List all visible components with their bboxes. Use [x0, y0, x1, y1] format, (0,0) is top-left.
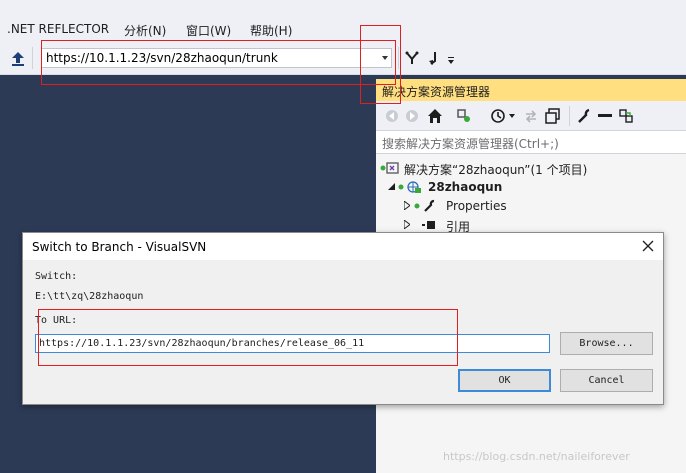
to-url-value: https://10.1.1.23/svn/28zhaoqun/branches…	[39, 338, 365, 349]
tree-item-project[interactable]: 28zhaoqun	[388, 178, 678, 196]
chevron-down-icon[interactable]	[509, 114, 515, 118]
pin-icon[interactable]	[618, 108, 634, 124]
properties-icon	[414, 199, 435, 212]
sync-icon[interactable]	[456, 108, 472, 124]
tree-item-solution[interactable]: 解决方案“28zhaoqun”(1 个项目)	[380, 159, 680, 177]
dialog-title: Switch to Branch - VisualSVN	[32, 240, 207, 254]
to-url-input[interactable]: https://10.1.1.23/svn/28zhaoqun/branches…	[35, 334, 550, 353]
solution-explorer-title: 解决方案资源管理器	[376, 79, 686, 101]
toolbar-separator	[32, 47, 33, 69]
solution-icon	[380, 162, 399, 174]
solution-explorer-toolbar	[376, 101, 686, 130]
cancel-button[interactable]: Cancel	[560, 369, 653, 392]
browse-button-label: Browse...	[579, 338, 634, 349]
collapsed-arrow-icon[interactable]	[404, 220, 410, 229]
dialog-titlebar: Switch to Branch - VisualSVN	[23, 233, 663, 260]
expanded-arrow-icon[interactable]	[388, 183, 395, 190]
minus-icon[interactable]	[598, 114, 612, 118]
branch-icon[interactable]	[405, 51, 419, 65]
switch-branch-dialog: Switch to Branch - VisualSVN Switch: E:\…	[22, 232, 664, 405]
menu-analyze[interactable]: 分析(N)	[124, 22, 166, 39]
browse-button[interactable]: Browse...	[560, 332, 653, 355]
solution-explorer-title-text: 解决方案资源管理器	[382, 85, 491, 99]
refresh-icon[interactable]	[523, 108, 539, 124]
wrench-icon[interactable]	[577, 108, 593, 124]
search-placeholder: 搜索解决方案资源管理器(Ctrl+;)	[382, 137, 559, 151]
switch-icon[interactable]	[427, 51, 441, 65]
tree-label-solution: 解决方案“28zhaoqun”(1 个项目)	[404, 163, 588, 177]
cancel-button-label: Cancel	[588, 375, 625, 386]
menu-net-reflector[interactable]: .NET REFLECTOR	[7, 22, 109, 36]
overflow-icon[interactable]	[447, 55, 455, 65]
forward-icon[interactable]	[405, 109, 419, 123]
collapsed-arrow-icon[interactable]	[404, 201, 410, 210]
watermark: https://blog.csdn.net/naileiforever	[443, 450, 630, 463]
web-project-icon	[398, 181, 421, 193]
references-icon	[422, 221, 435, 229]
tree-label-project: 28zhaoqun	[428, 180, 503, 194]
url-combo-text: https://10.1.1.23/svn/28zhaoqun/trunk	[46, 51, 278, 65]
url-combo-box[interactable]: https://10.1.1.23/svn/28zhaoqun/trunk	[41, 48, 392, 68]
toolbar-separator	[398, 47, 399, 69]
toolbar-separator	[569, 106, 570, 126]
close-icon[interactable]	[641, 239, 655, 253]
upload-icon[interactable]	[12, 52, 24, 66]
copy-icon[interactable]	[545, 108, 561, 124]
chevron-down-icon[interactable]	[382, 56, 388, 60]
solution-explorer-search[interactable]: 搜索解决方案资源管理器(Ctrl+;)	[376, 130, 686, 154]
back-icon[interactable]	[385, 109, 399, 123]
ok-button-label: OK	[498, 375, 511, 386]
menu-window[interactable]: 窗口(W)	[186, 22, 231, 39]
menu-bar: .NET REFLECTOR 分析(N) 窗口(W) 帮助(H)	[0, 0, 686, 41]
ok-button[interactable]: OK	[458, 369, 551, 392]
switch-path: E:\tt\zq\28zhaoqun	[35, 291, 144, 302]
history-icon[interactable]	[490, 108, 506, 124]
switch-label: Switch:	[35, 271, 78, 282]
home-icon[interactable]	[427, 108, 443, 124]
tree-item-properties[interactable]: Properties	[404, 197, 674, 215]
menu-help[interactable]: 帮助(H)	[250, 22, 292, 39]
to-url-label: To URL:	[35, 315, 78, 326]
toolbar: https://10.1.1.23/svn/28zhaoqun/trunk	[0, 41, 686, 75]
tree-label-properties: Properties	[446, 199, 507, 213]
